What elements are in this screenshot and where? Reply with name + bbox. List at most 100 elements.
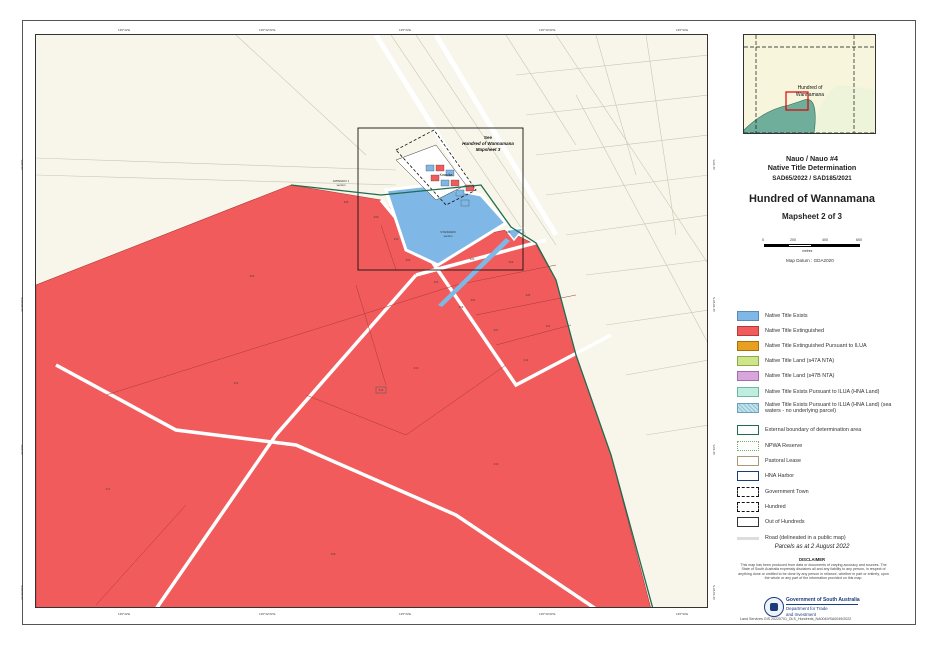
map-canvas[interactable]: See Hundred of Wannamana Mapsheet 3 Kowu… [36,35,708,608]
legend-label: Government Town [765,489,809,495]
legend-label: Road (delineated in a public map) [765,535,846,541]
legend-item: Native Title Extinguished Pursuant to IL… [737,340,900,352]
parcel-id: 306 [509,260,514,264]
legend-item: Out of Hundreds [737,516,900,528]
parcel-id: 301 [434,280,439,284]
legend-label: Hundred [765,504,786,510]
legend-item: Pastoral Lease [737,455,900,467]
tick-top: 135°33'30"E [539,28,556,32]
gov-logo [764,597,784,617]
mapsheet-label: Mapsheet 2 of 3 [781,212,842,221]
footer-reference: Land Services GIS 20220701_DLS_Hundreds_… [740,617,852,621]
inset-canvas: Hundred of Wannamana [744,35,875,133]
tick-top: 135°32'E [118,28,131,32]
legend-swatch [737,441,759,451]
legend-item: HNA Harbor [737,470,900,482]
legend-item: Native Title Land (s47B NTA) [737,370,900,382]
parcel-id: 317 [106,487,111,491]
legend-swatch [737,387,759,397]
legend-label: Native Title Exists Pursuant to ILUA (HN… [765,389,880,395]
claim-numbers: SAD65/2022 / SAD185/2021 [772,175,852,182]
legend-swatch [737,536,759,540]
legend-item: Hundred [737,501,900,513]
parcel-id: 308 [344,200,349,204]
tick-bottom: 135°34'E [676,612,689,616]
legend-swatch [737,502,759,512]
parcel-id: 304 [471,298,476,302]
parcel-id: 312 [524,358,529,362]
tick-left: 32°48'S [20,159,24,170]
main-map[interactable]: See Hundred of Wannamana Mapsheet 3 Kowu… [35,34,708,608]
legend-swatch [737,425,759,435]
hundred-title: Hundred of Wannamana [748,193,876,205]
map-datum: Map Datum : GDA2020 [786,258,834,263]
reserve-upper-sub: section [337,183,346,187]
tick-bottom: 135°33'E [399,612,412,616]
see-note-line2: Hundred of Wannamana [462,141,514,146]
legend-swatch [737,471,759,481]
scale-unit: metres [802,249,813,253]
legend-item: Native Title Exists Pursuant to ILUA (HN… [737,386,900,398]
parcel-id: 307 [494,328,499,332]
legend-swatch [737,456,759,466]
parcel-id: 310 [394,237,399,241]
crest-icon [770,603,778,611]
legend-item: Native Title Exists Pursuant to ILUA (HN… [737,402,900,414]
native-title-extinguished-area[interactable] [36,184,651,608]
parcel-id: 309 [374,215,379,219]
legend-swatch [737,341,759,351]
see-note-line1: See [484,135,493,140]
legend-panel: Hundred of Wannamana Nauo / Nauo #4 Nati… [716,34,908,624]
legend-swatch [737,517,759,527]
legend-item: NPWA Reserve [737,440,900,452]
legend-swatch [737,311,759,321]
legend-swatch [737,356,759,366]
tick-top: 135°32'30"E [259,28,276,32]
see-note-line3: Mapsheet 3 [476,147,501,152]
legend-label: Native Title Exists [765,313,808,319]
parcel-id: 316 [494,462,499,466]
parcels-date: Parcels as at 2 August 2022 [774,544,850,550]
legend-label: Native Title Extinguished [765,328,825,334]
legend-swatch [737,487,759,497]
township-label: Kowulka [440,173,453,177]
locality-inset-map[interactable]: Hundred of Wannamana [743,34,876,134]
reserve-main-sub: section [444,234,453,238]
tick-bottom: 135°32'E [118,612,131,616]
legend-item: Government Town [737,486,900,498]
gov-divider [786,604,858,605]
tick-top: 135°34'E [676,28,689,32]
legend-label: Native Title Land (s47A NTA) [765,358,835,364]
legend-swatch [737,403,759,413]
parcel-id: 300 [470,257,475,261]
parcel-id: 305 [526,293,531,297]
disclaimer-text: This map has been produced from data or … [738,563,889,581]
scale-bar [764,244,860,247]
legend-item: External boundary of determination area [737,424,900,436]
scale-tick: 400 [822,238,828,242]
parcel-id: 315 [379,388,384,392]
parcel-id: 319 [459,305,464,309]
legend-item: Road (delineated in a public map) [737,532,900,544]
legend-item: Native Title Extinguished [737,325,900,337]
legend-label: Pastoral Lease [765,458,801,464]
claim-title-2: Native Title Determination [767,163,857,172]
legend-swatch [737,371,759,381]
claim-title-1: Nauo / Nauo #4 [786,154,838,163]
legend-label: HNA Harbor [765,473,795,479]
tick-bottom: 135°33'30"E [539,612,556,616]
inset-label-1: Hundred of [798,85,823,91]
gov-line2: Department for Trade [786,606,828,611]
scale-tick: 0 [762,238,764,242]
parcel-id: 313 [414,366,419,370]
legend-item: Native Title Land (s47A NTA) [737,355,900,367]
tick-left: 32°49'S [20,444,24,455]
tick-top: 135°33'E [399,28,412,32]
tick-left: 32°49'30"S [20,585,24,600]
tick-left: 32°48'30"S [20,297,24,312]
gov-line1: Government of South Australia [786,597,860,603]
legend-label: Native Title Extinguished Pursuant to IL… [765,343,867,349]
parcel-id: 311 [546,324,551,328]
legend-item: Native Title Exists [737,310,900,322]
legend-swatch [737,326,759,336]
